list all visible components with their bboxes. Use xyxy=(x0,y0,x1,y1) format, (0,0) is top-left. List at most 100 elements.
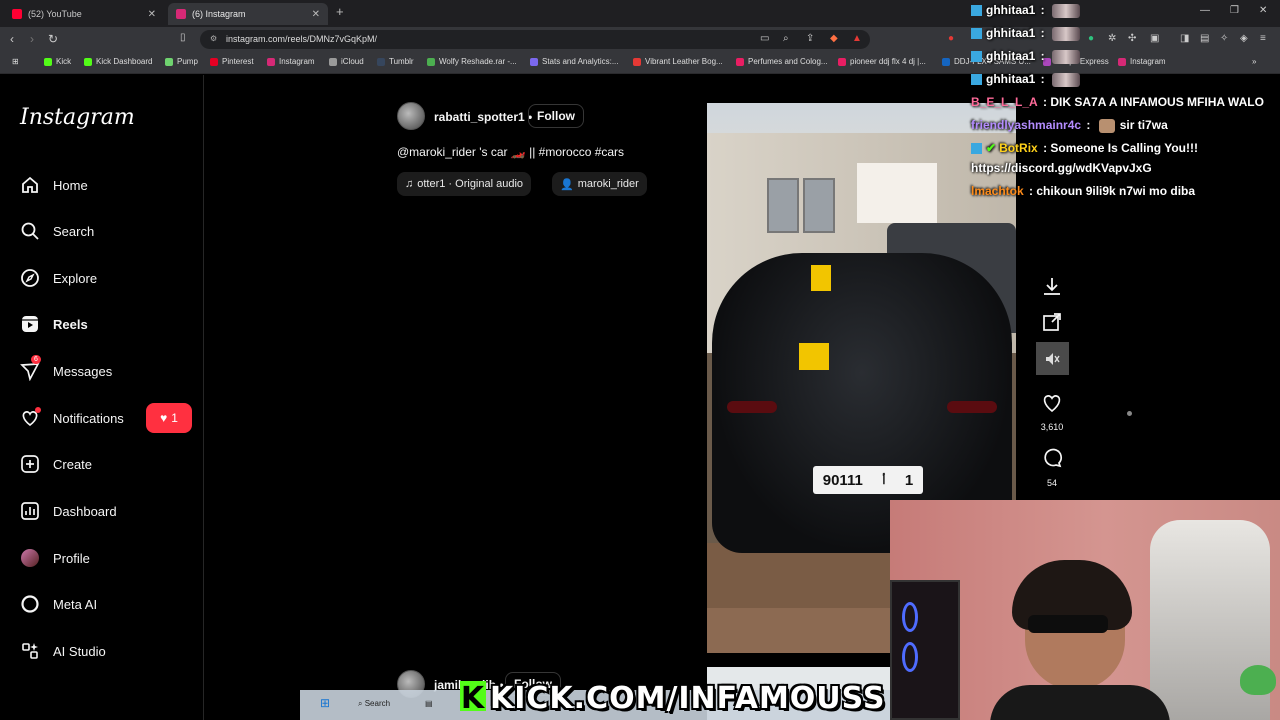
chat-username: ghhitaa1 xyxy=(986,72,1036,86)
bookmark-icon[interactable]: ▯ xyxy=(180,32,186,43)
forward-icon[interactable]: › xyxy=(30,32,34,46)
messages-badge: 6 xyxy=(31,355,41,364)
kick-badge-icon xyxy=(971,51,982,63)
sidebar-item-label: Search xyxy=(53,223,95,239)
chat-link: https://discord.gg/wdKVapvJxG xyxy=(971,161,1152,175)
apps-icon[interactable]: ⊞ xyxy=(12,57,19,66)
bookmark-item[interactable]: Kick Dashboard xyxy=(84,57,152,66)
bookmark-item[interactable]: Vibrant Leather Bog... xyxy=(633,57,723,66)
compass-icon xyxy=(20,268,40,288)
bookmark-item[interactable]: iCloud xyxy=(329,57,364,66)
file-icon[interactable]: ▤ xyxy=(425,699,433,708)
bookmark-item[interactable]: pioneer ddj flx 4 dj |... xyxy=(838,57,926,66)
chat-message: B_E_L_L_A : DIK SA7A A INFAMOUS MFIHA WA… xyxy=(971,95,1264,109)
taskbar-search[interactable]: ⌕ Search xyxy=(358,699,390,709)
heart-icon xyxy=(1041,393,1063,418)
tab-instagram[interactable]: (6) Instagram ✕ xyxy=(168,3,328,25)
follow-button[interactable]: Follow xyxy=(528,104,584,128)
sidebar-item-dashboard[interactable]: Dashboard xyxy=(20,499,117,523)
bookmark-item[interactable]: Perfumes and Colog... xyxy=(736,57,828,66)
plus-square-icon xyxy=(20,454,40,474)
zoom-icon[interactable]: ⌕ xyxy=(783,33,789,44)
author-avatar[interactable] xyxy=(397,102,425,130)
sidebar-item-label: Messages xyxy=(53,363,113,379)
avatar-wrapper xyxy=(20,548,40,568)
close-tab-icon[interactable]: ✕ xyxy=(148,9,156,20)
kick-icon xyxy=(44,57,52,66)
sidebar-item-label: Create xyxy=(53,456,93,472)
sidebar-item-ai-studio[interactable]: AI Studio xyxy=(20,639,106,663)
plate-region: 1 xyxy=(904,471,914,489)
instagram-logo[interactable]: Instagram xyxy=(20,105,135,130)
sidebar-item-messages[interactable]: 6 Messages xyxy=(20,355,113,383)
rewards-icon[interactable]: ▲ xyxy=(852,33,862,44)
tagged-user-chip[interactable]: 👤 maroki_rider xyxy=(552,172,647,196)
tagged-user-label: maroki_rider xyxy=(577,178,639,190)
cast-icon[interactable]: ▭ xyxy=(760,33,769,44)
notification-count-pill[interactable]: ♥ 1 xyxy=(146,403,192,433)
new-tab-icon[interactable]: + xyxy=(336,4,344,19)
heart-icon xyxy=(20,407,41,428)
kick-icon xyxy=(84,57,92,66)
sidebar-item-reels[interactable]: Reels xyxy=(20,312,88,336)
sidebar-item-meta-ai[interactable]: Meta AI xyxy=(20,592,97,616)
reload-icon[interactable]: ↻ xyxy=(48,32,58,46)
brave-shield-icon[interactable]: ◆ xyxy=(830,33,838,44)
chat-username: ghhitaa1 xyxy=(986,49,1036,63)
sidebar-item-profile[interactable]: Profile xyxy=(20,546,90,570)
extension-icon[interactable]: ● xyxy=(948,33,954,44)
video-stripe xyxy=(811,265,831,291)
author-username[interactable]: rabatti_spotter1 • xyxy=(434,110,532,124)
chat-text: sir ti7wa xyxy=(1119,118,1168,132)
dashboard-icon xyxy=(20,501,40,521)
sidebar-item-home[interactable]: Home xyxy=(20,173,88,197)
sidebar-item-create[interactable]: Create xyxy=(20,452,92,476)
share-icon[interactable]: ⇪ xyxy=(806,33,814,44)
chat-text: DIK SA7A A INFAMOUS MFIHA WALO xyxy=(1050,95,1264,109)
sidebar-item-label: Home xyxy=(53,177,88,193)
search-icon: ⌕ xyxy=(358,699,365,708)
bookmark-item[interactable]: Pump xyxy=(165,57,198,66)
tab-youtube[interactable]: (52) YouTube ✕ xyxy=(4,3,164,25)
drive-icon xyxy=(427,57,435,66)
video-window xyxy=(803,178,835,233)
address-bar[interactable]: ⚙ instagram.com/reels/DMNz7vGqKpM/ xyxy=(200,30,870,49)
kick-logo-icon: K xyxy=(460,681,486,716)
person-icon: 👤 xyxy=(560,178,574,191)
bookmark-item[interactable]: Pinterest xyxy=(210,57,254,66)
webcam-overlay xyxy=(890,500,1280,720)
bookmark-item[interactable]: Instagram xyxy=(267,57,315,66)
sidebar-item-search[interactable]: Search xyxy=(20,219,94,243)
like-button[interactable]: 3,610 xyxy=(1035,393,1069,432)
close-tab-icon[interactable]: ✕ xyxy=(312,9,320,20)
bookmark-label: Vibrant Leather Bog... xyxy=(645,57,723,66)
shop-icon xyxy=(942,57,950,66)
windows-start-icon[interactable]: ⊞ xyxy=(320,696,330,710)
sidebar-item-explore[interactable]: Explore xyxy=(20,266,97,290)
bookmark-item[interactable]: Tumblr xyxy=(377,57,414,66)
site-info-icon[interactable]: ⚙ xyxy=(210,34,217,43)
pinterest-icon xyxy=(210,57,218,66)
bookmark-item[interactable]: Kick xyxy=(44,57,71,66)
pump-icon xyxy=(165,57,173,66)
comment-button[interactable]: 54 xyxy=(1035,447,1069,488)
bookmark-item[interactable]: Wolfy Reshade.rar -... xyxy=(427,57,517,66)
bookmark-label: Pinterest xyxy=(222,57,254,66)
chat-message: ghhitaa1 : xyxy=(971,3,1081,18)
chat-username: friendlyashmainr4c xyxy=(971,118,1082,132)
bookmark-item[interactable]: Stats and Analytics:... xyxy=(530,57,618,66)
open-external-button[interactable] xyxy=(1035,311,1069,338)
verified-icon: ✔ xyxy=(986,141,997,155)
banner-text: KICK.COM/INFAMOUSS xyxy=(490,681,886,716)
back-icon[interactable]: ‹ xyxy=(10,32,14,46)
chat-message: friendlyashmainr4c : sir ti7wa xyxy=(971,118,1168,133)
bookmark-label: pioneer ddj flx 4 dj |... xyxy=(850,57,926,66)
sidebar-item-notifications[interactable]: Notifications xyxy=(20,406,124,430)
chat-username: lmachtok xyxy=(971,184,1024,198)
emote-icon xyxy=(1052,72,1081,87)
plate-number: 90111 xyxy=(822,471,863,489)
home-icon xyxy=(20,175,40,195)
audio-chip[interactable]: ♫ otter1 · Original audio xyxy=(397,172,532,196)
download-button[interactable] xyxy=(1035,275,1069,302)
mute-button[interactable] xyxy=(1035,342,1069,375)
